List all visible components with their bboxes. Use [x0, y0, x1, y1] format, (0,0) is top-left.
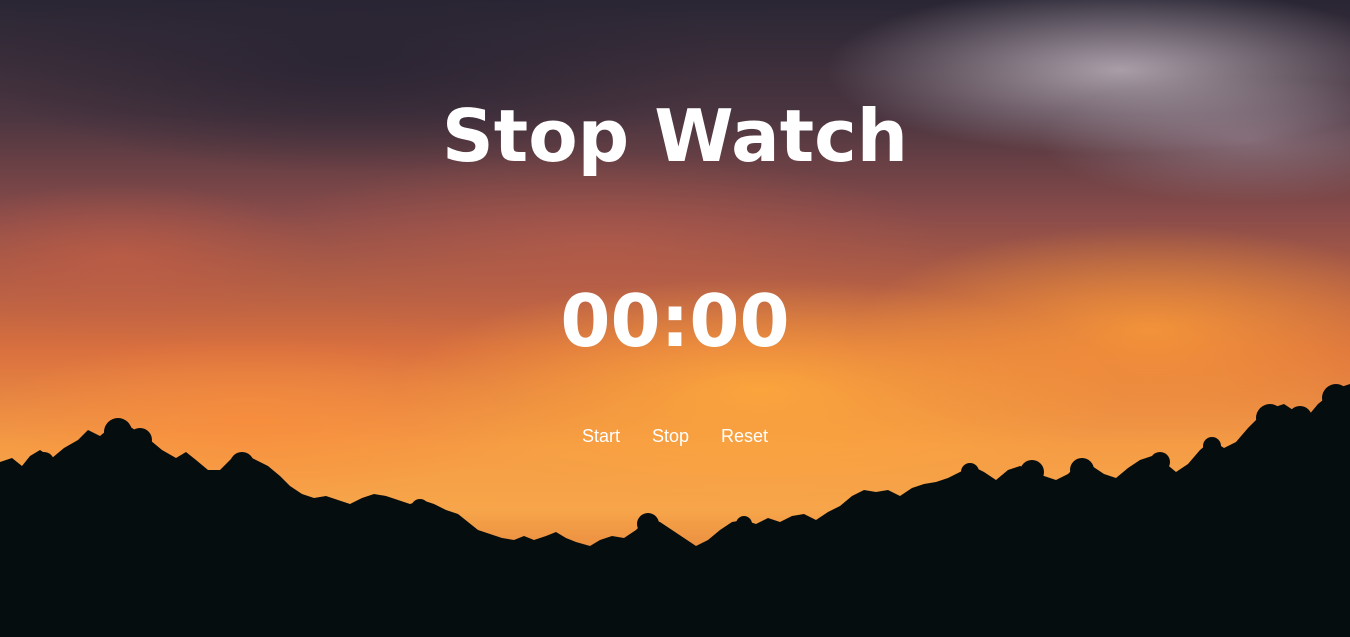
reset-button[interactable]: Reset — [708, 424, 781, 448]
start-button[interactable]: Start — [569, 424, 633, 448]
stop-button[interactable]: Stop — [639, 424, 702, 448]
timer-controls: Start Stop Reset — [0, 424, 1350, 448]
page-title: Stop Watch — [441, 94, 909, 178]
timer-display: 00:00 — [560, 279, 790, 363]
